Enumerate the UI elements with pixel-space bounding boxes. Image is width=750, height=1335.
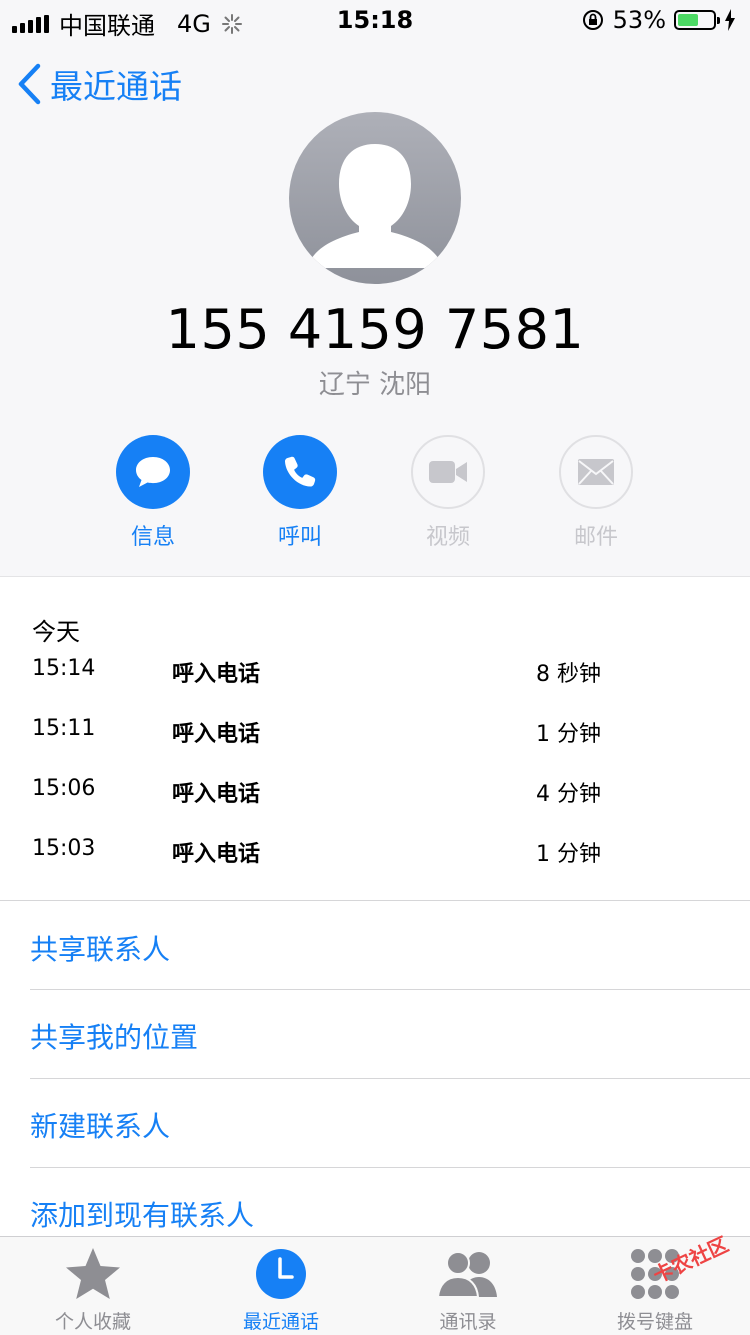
rotation-lock-icon [582, 10, 603, 30]
call-row: 15:11 呼入电话 1 分钟 [32, 716, 722, 756]
call-duration: 8 秒钟 [536, 662, 601, 687]
call-time: 15:06 [32, 776, 96, 801]
call-time: 15:11 [32, 716, 96, 741]
call-button[interactable] [263, 435, 337, 509]
charging-bolt-icon [725, 9, 735, 31]
history-day: 今天 [32, 618, 80, 646]
tab-recents[interactable]: 最近通话 [206, 1245, 356, 1334]
video-label: 视频 [425, 525, 470, 550]
star-icon [66, 1248, 120, 1299]
divider [30, 1167, 750, 1168]
call-duration: 1 分钟 [536, 722, 601, 747]
message-action[interactable]: 信息 [115, 435, 191, 551]
phone-number: 155 4159 7581 [165, 298, 585, 361]
status-bar: 中国联通 4G 15:18 53% [0, 0, 750, 40]
video-camera-icon [429, 461, 467, 483]
tab-label: 拨号键盘 [616, 1311, 693, 1333]
divider [30, 989, 750, 990]
call-type: 呼入电话 [172, 842, 261, 867]
call-type: 呼入电话 [172, 662, 261, 687]
contacts-icon [436, 1251, 497, 1298]
video-button [411, 435, 485, 509]
call-label: 呼叫 [277, 525, 322, 550]
call-time: 15:14 [32, 656, 96, 681]
divider [30, 1078, 750, 1079]
tab-favorites[interactable]: 个人收藏 [18, 1245, 168, 1334]
chevron-left-icon [18, 63, 41, 105]
call-row: 15:14 呼入电话 8 秒钟 [32, 656, 722, 696]
call-type: 呼入电话 [172, 782, 261, 807]
tab-label: 最近通话 [242, 1311, 319, 1333]
mail-button [559, 435, 633, 509]
share-location-link[interactable]: 共享我的位置 [30, 1016, 198, 1056]
divider [0, 900, 750, 901]
person-silhouette-icon [307, 144, 443, 268]
battery-icon [674, 10, 720, 30]
call-row: 15:06 呼入电话 4 分钟 [32, 776, 722, 816]
call-row: 15:03 呼入电话 1 分钟 [32, 836, 722, 876]
call-duration: 4 分钟 [536, 782, 601, 807]
call-time: 15:03 [32, 836, 96, 861]
number-location: 辽宁 沈阳 [318, 370, 432, 400]
status-right: 53% [581, 6, 736, 34]
envelope-icon [578, 459, 614, 485]
back-label: 最近通话 [50, 67, 182, 106]
video-action: 视频 [410, 435, 486, 551]
message-bubble-icon [136, 457, 170, 487]
mail-action: 邮件 [558, 435, 634, 551]
tab-label: 通讯录 [439, 1311, 497, 1333]
call-duration: 1 分钟 [536, 842, 601, 867]
battery-percent: 53% [612, 6, 666, 34]
back-button[interactable]: 最近通话 [16, 60, 182, 108]
add-to-existing-contact-link[interactable]: 添加到现有联系人 [30, 1194, 254, 1234]
tab-bar: 个人收藏 最近通话 通讯录 拨号键盘 [0, 1236, 750, 1335]
call-type: 呼入电话 [172, 722, 261, 747]
call-action[interactable]: 呼叫 [262, 435, 338, 551]
phone-icon [284, 456, 316, 487]
new-contact-link[interactable]: 新建联系人 [30, 1105, 170, 1145]
message-label: 信息 [130, 525, 175, 550]
tab-label: 个人收藏 [54, 1311, 131, 1333]
tab-contacts[interactable]: 通讯录 [393, 1245, 543, 1334]
mail-label: 邮件 [573, 525, 618, 550]
message-button[interactable] [116, 435, 190, 509]
clock-icon [256, 1249, 306, 1299]
avatar [289, 112, 461, 284]
share-contact-link[interactable]: 共享联系人 [30, 928, 170, 968]
